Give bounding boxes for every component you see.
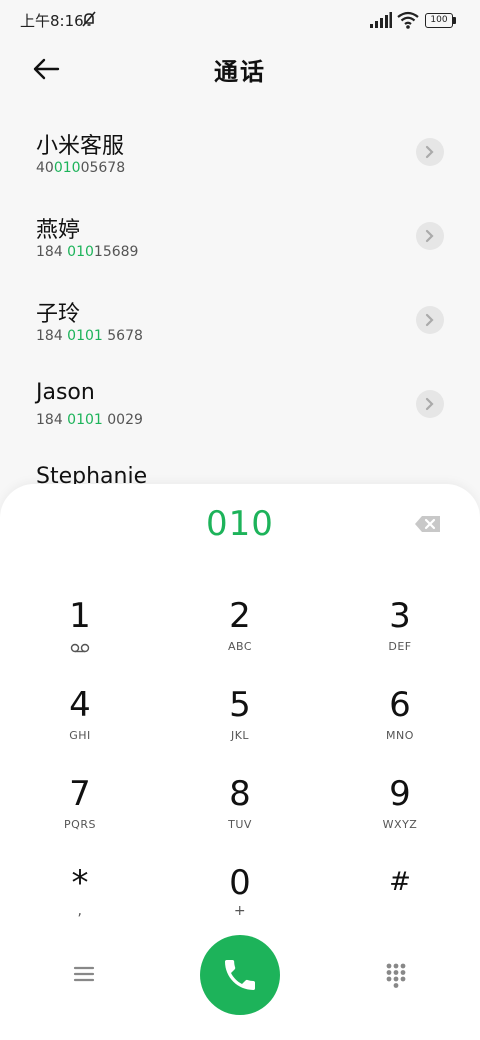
call-button[interactable] (200, 935, 280, 1015)
contact-detail-button[interactable] (416, 390, 444, 418)
battery-level: 100 (425, 13, 453, 28)
key-3[interactable]: 3 DEF (340, 596, 460, 676)
key-digit: 2 (229, 596, 251, 636)
key-digit: # (389, 867, 411, 897)
key-0[interactable]: 0 + (180, 863, 300, 943)
chevron-right-icon (425, 145, 434, 159)
key-9[interactable]: 9 WXYZ (340, 774, 460, 854)
key-digit: 0 (229, 863, 251, 903)
key-digit: 6 (389, 685, 411, 725)
key-digit: 7 (69, 774, 91, 814)
contact-detail-button[interactable] (416, 306, 444, 334)
signal-icon (370, 12, 392, 28)
key-letters: TUV (228, 818, 252, 831)
contact-name: 小米客服 (36, 134, 125, 159)
key-digit: 5 (229, 685, 251, 725)
menu-button[interactable] (72, 964, 96, 984)
contact-name: 子玲 (36, 302, 81, 327)
contact-name: Jason (36, 380, 95, 405)
key-letters: MNO (386, 729, 414, 742)
dial-panel: 010 1 2 ABC 3 DEF 4 GHI 5 JKL 6 MNO 7 PQ… (0, 484, 480, 1040)
key-5[interactable]: 5 JKL (180, 685, 300, 765)
wifi-icon (397, 11, 419, 29)
key-letters: + (233, 903, 247, 919)
key-digit: * (71, 863, 89, 903)
phone-icon (225, 960, 255, 990)
dialpad-icon[interactable] (384, 962, 408, 988)
key-digit: 8 (229, 774, 251, 814)
contact-detail-button[interactable] (416, 138, 444, 166)
key-letters: PQRS (64, 818, 96, 831)
key-hash[interactable]: # (340, 863, 460, 943)
status-bar: 上午8:16 100 (0, 0, 480, 40)
key-7[interactable]: 7 PQRS (20, 774, 140, 854)
contact-number: 4001005678 (36, 160, 126, 176)
key-star[interactable]: * , (20, 863, 140, 943)
voicemail-icon (70, 643, 90, 653)
do-not-disturb-icon (82, 11, 96, 27)
key-digit: 1 (69, 596, 91, 636)
contact-item[interactable]: 燕婷 184 01015689 (0, 212, 480, 296)
status-time: 上午8:16 (20, 12, 84, 30)
key-2[interactable]: 2 ABC (180, 596, 300, 676)
chevron-right-icon (425, 313, 434, 327)
key-letters: GHI (69, 729, 91, 742)
key-4[interactable]: 4 GHI (20, 685, 140, 765)
key-letters: ABC (227, 640, 253, 653)
key-digit: 4 (69, 685, 91, 725)
contact-item[interactable]: 小米客服 4001005678 (0, 128, 480, 212)
chevron-right-icon (425, 229, 434, 243)
contact-number: 184 0101 5678 (36, 328, 143, 344)
contact-item[interactable]: 子玲 184 0101 5678 (0, 296, 480, 380)
key-6[interactable]: 6 MNO (340, 685, 460, 765)
key-letters: JKL (230, 729, 250, 742)
key-8[interactable]: 8 TUV (180, 774, 300, 854)
key-digit: 9 (389, 774, 411, 814)
backspace-button[interactable] (414, 514, 442, 534)
page-title: 通话 (214, 58, 266, 86)
key-letters: , (77, 903, 83, 919)
battery-icon: 100 (425, 13, 457, 28)
dialed-number-input[interactable]: 010 (0, 504, 480, 544)
contact-number: 184 01015689 (36, 244, 139, 260)
contact-number: 184 0101 0029 (36, 412, 143, 428)
contact-item[interactable]: Jason 184 0101 0029 (0, 380, 480, 464)
key-letters: WXYZ (382, 818, 418, 831)
key-digit: 3 (389, 596, 411, 636)
contact-detail-button[interactable] (416, 222, 444, 250)
contact-name: 燕婷 (36, 218, 81, 243)
chevron-right-icon (425, 397, 434, 411)
key-letters: DEF (388, 640, 412, 653)
key-1[interactable]: 1 (20, 596, 140, 676)
